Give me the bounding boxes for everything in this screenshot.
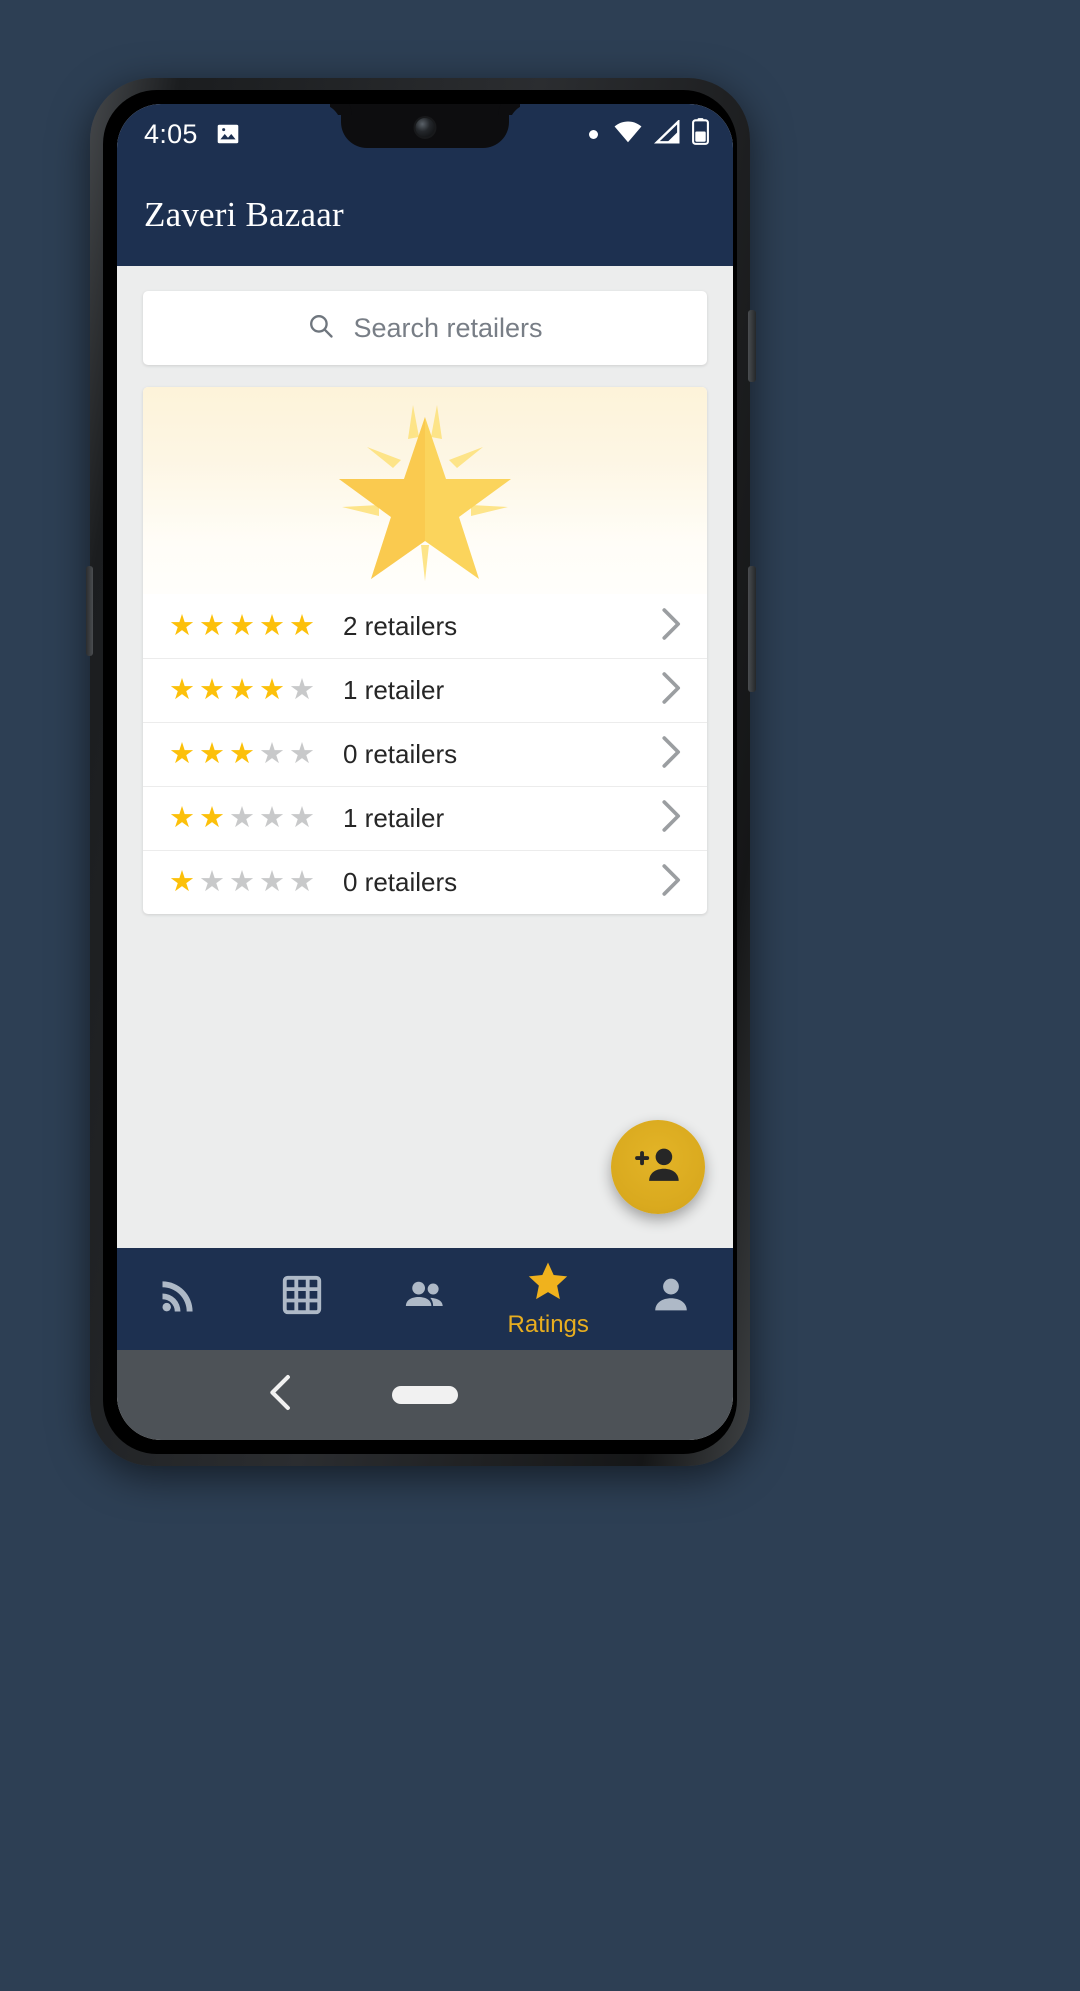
home-pill-icon[interactable] [392, 1386, 458, 1404]
app-bar: Zaveri Bazaar [117, 164, 733, 266]
star-icon: ★ [229, 738, 255, 770]
nav-item-people[interactable] [363, 1248, 486, 1350]
battery-icon [692, 118, 709, 150]
search-input[interactable]: Search retailers [353, 313, 542, 344]
person-add-icon [634, 1144, 682, 1191]
chevron-right-icon[interactable] [661, 863, 683, 902]
star-rating-2: ★ ★ ★ ★ ★ [169, 804, 317, 833]
group-people-icon [402, 1273, 448, 1322]
star-icon: ★ [199, 609, 225, 642]
star-rating-4: ★ ★ ★ ★ ★ [169, 676, 317, 705]
nav-label-ratings: Ratings [507, 1310, 589, 1338]
star-icon: ★ [229, 674, 255, 706]
rating-row[interactable]: ★ ★ ★ ★ ★ 1 retailer [143, 658, 707, 722]
back-chevron-icon[interactable] [269, 1374, 293, 1417]
nav-item-profile[interactable] [610, 1248, 733, 1350]
star-rating-5: ★ ★ ★ ★ ★ [169, 609, 317, 642]
power-button[interactable] [748, 310, 756, 382]
star-icon: ★ [259, 609, 285, 642]
star-icon: ★ [259, 674, 285, 706]
star-outline-icon: ★ [259, 866, 285, 898]
chevron-right-icon[interactable] [661, 607, 683, 646]
volume-button[interactable] [86, 566, 93, 656]
retailer-count-label: 0 retailers [343, 739, 458, 769]
ratings-row-list: ★ ★ ★ ★ ★ 2 retailers ★ ★ ★ ★ ★ 1 retail… [143, 594, 707, 914]
screenshot-root: 4:05 Zaveri Bazaar Search retailers ★ ★ … [0, 0, 1080, 1991]
bottom-navigation-bar: Ratings [117, 1248, 733, 1350]
star-icon: ★ [229, 609, 255, 642]
chevron-right-icon[interactable] [661, 799, 683, 838]
rating-row[interactable]: ★ ★ ★ ★ ★ 0 retailers [143, 850, 707, 914]
star-outline-icon: ★ [229, 866, 255, 898]
star-rating-1: ★ ★ ★ ★ ★ [169, 868, 317, 897]
star-icon: ★ [169, 609, 195, 642]
phone-screen: 4:05 Zaveri Bazaar Search retailers ★ ★ … [117, 104, 733, 1440]
nav-item-ratings[interactable]: Ratings [487, 1248, 610, 1350]
secondary-side-button[interactable] [748, 566, 756, 692]
dot-icon [589, 129, 598, 139]
front-camera-icon [413, 116, 437, 139]
shining-star-illustration [143, 387, 707, 594]
cellular-signal-icon [653, 118, 681, 149]
star-outline-icon: ★ [229, 802, 255, 834]
page-title: Zaveri Bazaar [144, 195, 344, 234]
status-bar-clock: 4:05 [144, 118, 198, 149]
star-icon: ★ [199, 674, 225, 706]
star-rating-3: ★ ★ ★ ★ ★ [169, 740, 317, 769]
star-outline-icon: ★ [289, 866, 315, 898]
search-icon [307, 312, 335, 345]
rating-row[interactable]: ★ ★ ★ ★ ★ 0 retailers [143, 722, 707, 786]
wifi-icon [613, 120, 643, 149]
star-icon: ★ [169, 738, 195, 770]
search-bar[interactable]: Search retailers [143, 291, 707, 365]
search-inner: Search retailers [307, 312, 543, 345]
star-icon: ★ [199, 802, 225, 834]
rating-row[interactable]: ★ ★ ★ ★ ★ 1 retailer [143, 786, 707, 850]
retailer-count-label: 2 retailers [343, 610, 458, 641]
retailer-count-label: 1 retailer [343, 803, 445, 833]
star-icon: ★ [169, 866, 195, 898]
ratings-card: ★ ★ ★ ★ ★ 2 retailers ★ ★ ★ ★ ★ 1 retail… [143, 387, 707, 914]
chevron-right-icon[interactable] [661, 671, 683, 710]
rss-feed-icon [157, 1273, 201, 1322]
retailer-count-label: 1 retailer [343, 675, 445, 705]
image-icon [215, 121, 241, 147]
star-outline-icon: ★ [289, 738, 315, 770]
nav-item-feed[interactable] [117, 1248, 240, 1350]
system-navigation-bar [117, 1350, 733, 1440]
star-outline-icon: ★ [199, 866, 225, 898]
star-icon: ★ [199, 738, 225, 770]
star-icon [526, 1260, 570, 1307]
add-retailer-fab[interactable] [611, 1120, 705, 1214]
grid-table-icon [280, 1273, 324, 1322]
retailer-count-label: 0 retailers [343, 867, 458, 897]
star-outline-icon: ★ [289, 802, 315, 834]
star-icon: ★ [169, 802, 195, 834]
rating-row[interactable]: ★ ★ ★ ★ ★ 2 retailers [143, 594, 707, 658]
star-outline-icon: ★ [259, 802, 285, 834]
star-icon: ★ [289, 609, 315, 642]
star-outline-icon: ★ [289, 674, 315, 706]
nav-item-grid[interactable] [240, 1248, 363, 1350]
main-content: Search retailers ★ ★ ★ ★ ★ 2 retailers ★… [117, 266, 733, 1248]
status-bar-icons [589, 118, 709, 150]
chevron-right-icon[interactable] [661, 735, 683, 774]
star-icon: ★ [169, 674, 195, 706]
person-icon [649, 1273, 693, 1322]
star-outline-icon: ★ [259, 738, 285, 770]
